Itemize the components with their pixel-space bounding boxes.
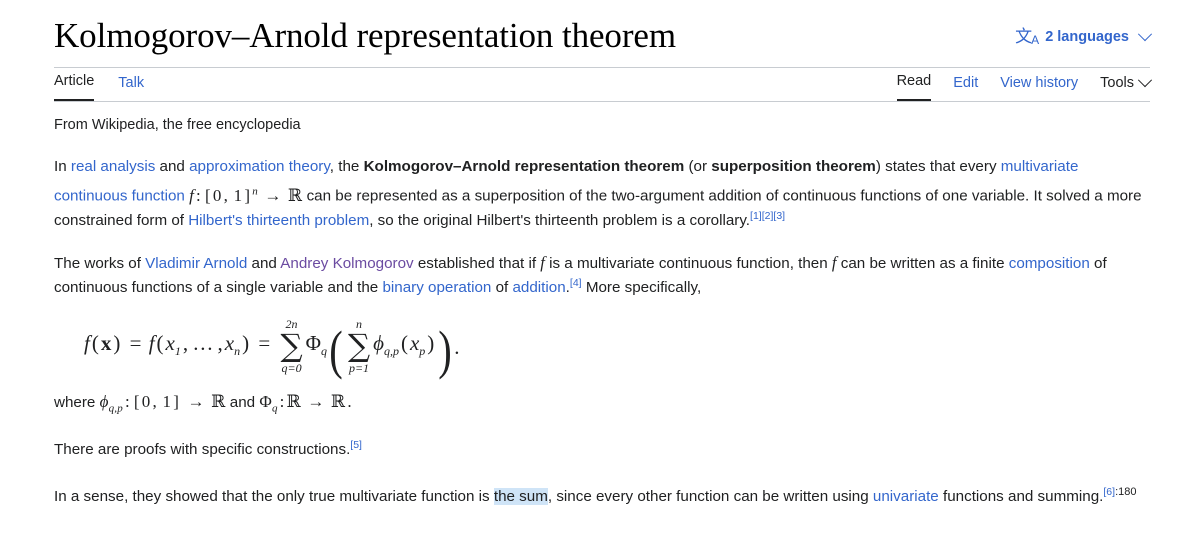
inline-math-function-domain: f:[0, 1] n → ℝ bbox=[189, 185, 303, 206]
wikipedia-article-page: Kolmogorov–Arnold representation theorem… bbox=[0, 0, 1200, 535]
tools-menu-label: Tools bbox=[1100, 75, 1134, 91]
selected-text-highlight: the sum bbox=[493, 488, 548, 506]
text-fragment: functions and summing. bbox=[938, 488, 1104, 506]
paragraph-1: In real analysis and approximation theor… bbox=[54, 155, 1150, 233]
tab-article[interactable]: Article bbox=[54, 66, 95, 101]
view-tabs: Read Edit View history Tools bbox=[896, 66, 1153, 101]
tab-talk[interactable]: Talk bbox=[118, 68, 144, 101]
link-andrey-kolmogorov[interactable]: Andrey Kolmogorov bbox=[280, 255, 413, 272]
link-vladimir-arnold[interactable]: Vladimir Arnold bbox=[145, 255, 247, 272]
text-fragment: and bbox=[225, 393, 260, 411]
tools-menu-button[interactable]: Tools bbox=[1100, 68, 1153, 101]
language-icon-cjk: 文 bbox=[1015, 27, 1032, 46]
reference-1[interactable]: [1] bbox=[750, 210, 762, 222]
display-equation: f(x) = f(x1, … ,xn) = 2n ∑ q=0 Φq ( n ∑ … bbox=[84, 316, 460, 380]
outer-sum-lower-limit: q=0 bbox=[281, 361, 302, 376]
reference-5[interactable]: [5] bbox=[350, 439, 362, 451]
tab-bar: Article Talk Read Edit View history Tool… bbox=[0, 68, 1200, 101]
text-fragment: and bbox=[155, 158, 190, 175]
text-fragment: , the bbox=[329, 158, 364, 175]
text-fragment: The works of bbox=[54, 254, 146, 272]
text-fragment: and bbox=[247, 254, 281, 272]
link-multivariate[interactable]: multivariate bbox=[1001, 158, 1079, 175]
link-binary-operation[interactable]: binary operation bbox=[382, 279, 491, 296]
term-kolmogorov-arnold-representation-theorem: Kolmogorov–Arnold representation theorem bbox=[363, 158, 685, 175]
inline-math-phi-capital-map: Φq: ℝ → ℝ. bbox=[259, 391, 352, 415]
text-fragment: is a multivariate continuous function, t… bbox=[544, 254, 832, 272]
sigma-icon: ∑ bbox=[280, 328, 303, 365]
link-addition[interactable]: addition bbox=[512, 279, 565, 296]
text-fragment: (or bbox=[684, 158, 712, 175]
text-fragment: There are proofs with specific construct… bbox=[54, 441, 351, 459]
sigma-icon: ∑ bbox=[347, 328, 371, 365]
reference-group: [4] bbox=[570, 277, 582, 289]
outer-function-phi-capital: Φq bbox=[305, 330, 327, 358]
outer-summation-operator: 2n ∑ q=0 bbox=[280, 317, 303, 376]
text-fragment: ) states that every bbox=[875, 158, 1001, 175]
language-selector-label: 2 languages bbox=[1045, 29, 1129, 45]
inner-function-subscript: q,p bbox=[383, 343, 399, 358]
tab-divider bbox=[54, 101, 1150, 102]
text-fragment: of bbox=[491, 278, 513, 296]
reference-group: [1][2][3] bbox=[750, 210, 785, 222]
chevron-down-icon bbox=[1137, 27, 1153, 42]
tab-view-history[interactable]: View history bbox=[1000, 68, 1078, 101]
paragraph-2: The works of Vladimir Arnold and Andrey … bbox=[54, 251, 1150, 300]
link-hilberts-thirteenth-problem[interactable]: Hilbert's thirteenth problem bbox=[188, 212, 369, 229]
reference-6[interactable]: [6] bbox=[1103, 486, 1115, 498]
language-icon-latin: A bbox=[1031, 33, 1039, 47]
reference-page-number: :180 bbox=[1115, 486, 1137, 499]
text-fragment: , since every other function can be writ… bbox=[547, 488, 873, 506]
reference-2[interactable]: [2] bbox=[762, 210, 774, 222]
link-continuous-function[interactable]: continuous function bbox=[54, 188, 185, 205]
text-fragment: established that if bbox=[413, 254, 541, 272]
text-fragment: , so the original Hilbert's thirteenth p… bbox=[369, 211, 751, 229]
reference-group: [6] bbox=[1103, 486, 1115, 498]
inner-sum-lower-limit: p=1 bbox=[348, 361, 370, 376]
link-composition[interactable]: composition bbox=[1009, 255, 1090, 272]
inner-function-phi-small: ϕq,p(xp) bbox=[373, 330, 435, 358]
tab-read[interactable]: Read bbox=[896, 66, 932, 101]
paragraph-4: In a sense, they showed that the only tr… bbox=[54, 480, 1150, 509]
outer-function-subscript: q bbox=[320, 343, 327, 358]
inner-summation-operator: n ∑ p=1 bbox=[347, 317, 371, 376]
where-line: where ϕq,p:[0, 1] → ℝ and Φq: ℝ → ℝ. bbox=[54, 390, 1150, 420]
reference-3[interactable]: [3] bbox=[773, 210, 785, 222]
page-title: Kolmogorov–Arnold representation theorem bbox=[54, 16, 676, 55]
link-real-analysis[interactable]: real analysis bbox=[71, 158, 155, 175]
language-selector-button[interactable]: 文A 2 languages bbox=[1015, 27, 1153, 47]
text-fragment: can be written as a finite bbox=[836, 254, 1009, 272]
text-fragment: More specifically, bbox=[581, 278, 702, 296]
link-approximation-theory[interactable]: approximation theory bbox=[189, 158, 330, 175]
page-header: Kolmogorov–Arnold representation theorem… bbox=[0, 0, 1200, 58]
namespace-tabs: Article Talk bbox=[54, 68, 144, 101]
text-fragment: where bbox=[54, 393, 100, 411]
paragraph-3: There are proofs with specific construct… bbox=[54, 438, 1150, 462]
link-univariate[interactable]: univariate bbox=[873, 488, 939, 505]
text-fragment: In bbox=[54, 158, 71, 175]
term-superposition-theorem: superposition theorem bbox=[711, 158, 876, 175]
chevron-down-icon bbox=[1137, 73, 1153, 88]
site-subtitle: From Wikipedia, the free encyclopedia bbox=[54, 117, 301, 133]
equation-period: . bbox=[454, 334, 460, 359]
inline-math-phi-small-map: ϕq,p:[0, 1] → ℝ bbox=[99, 391, 226, 415]
tab-edit[interactable]: Edit bbox=[953, 68, 978, 101]
reference-4[interactable]: [4] bbox=[570, 277, 582, 289]
equation-left-hand-side: f(x) = f(x1, … ,xn) = bbox=[84, 330, 276, 358]
reference-group: [5] bbox=[350, 439, 362, 451]
language-icon: 文A bbox=[1015, 27, 1039, 47]
text-fragment: In a sense, they showed that the only tr… bbox=[54, 488, 494, 506]
article-content: From Wikipedia, the free encyclopedia In… bbox=[0, 113, 1200, 509]
